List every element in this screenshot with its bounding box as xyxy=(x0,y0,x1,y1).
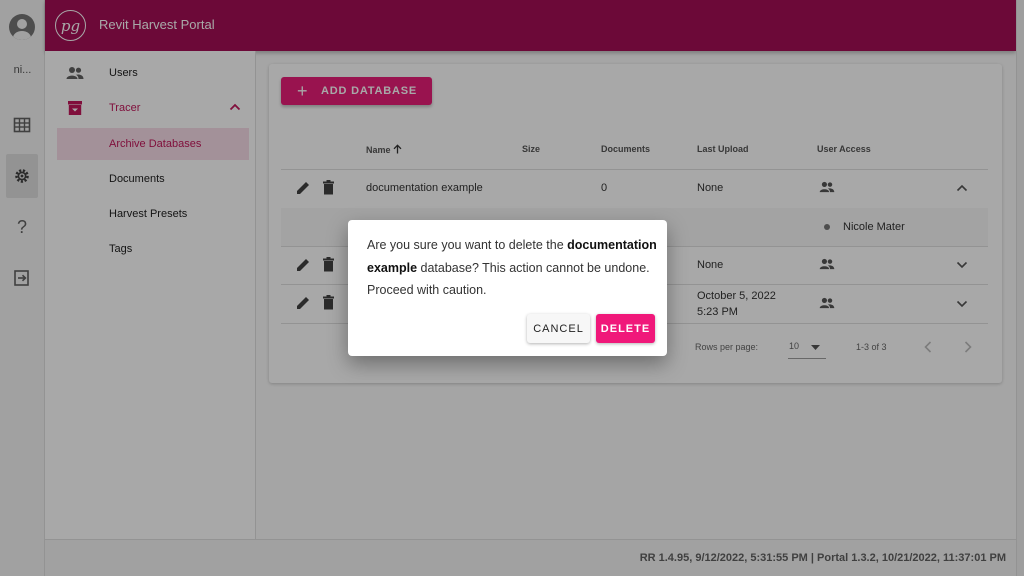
dialog-message: Are you sure you want to delete the docu… xyxy=(367,238,657,297)
cancel-button[interactable]: CANCEL xyxy=(527,314,590,343)
delete-confirm-dialog: Are you sure you want to delete the docu… xyxy=(348,220,667,356)
delete-button[interactable]: DELETE xyxy=(596,314,655,343)
